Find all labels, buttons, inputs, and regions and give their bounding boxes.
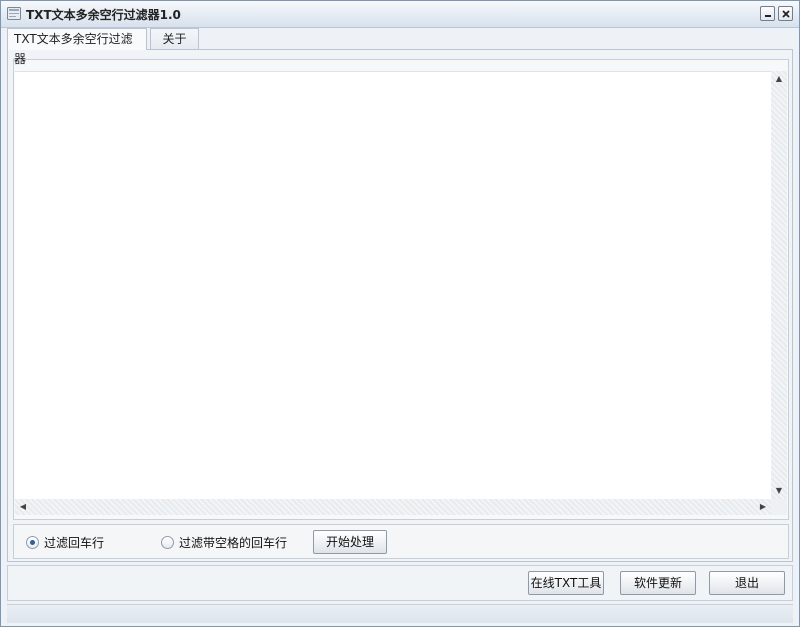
tab-bar: TXT文本多余空行过滤器 关于 (7, 28, 793, 66)
text-editor[interactable] (15, 71, 771, 499)
tab-about[interactable]: 关于 (150, 28, 199, 49)
online-tools-button[interactable]: 在线TXT工具 (528, 571, 604, 595)
scroll-right-icon[interactable]: ▶ (755, 499, 771, 515)
start-button[interactable]: 开始处理 (313, 530, 387, 554)
exit-button[interactable]: 退出 (709, 571, 785, 595)
options-row: 过滤回车行 过滤带空格的回车行 开始处理 (13, 524, 789, 559)
radio-filter-newline[interactable]: 过滤回车行 (26, 533, 104, 551)
title-bar[interactable]: TXT文本多余空行过滤器1.0 (1, 1, 799, 28)
scroll-up-icon[interactable]: ▲ (771, 71, 787, 87)
update-button[interactable]: 软件更新 (620, 571, 696, 595)
radio-unchecked-icon (161, 535, 174, 549)
radio-checked-icon (26, 535, 39, 549)
minimize-icon (765, 15, 771, 17)
tab-panel: ▲ ▼ ◀ ▶ 过滤回车行 过滤带空格的回车行 开始处理 (7, 49, 793, 562)
app-icon (7, 7, 21, 20)
window-title: TXT文本多余空行过滤器1.0 (26, 8, 181, 22)
tab-filter[interactable]: TXT文本多余空行过滤器 (7, 28, 147, 66)
scroll-left-icon[interactable]: ◀ (15, 499, 31, 515)
editor-frame: ▲ ▼ ◀ ▶ (13, 59, 789, 520)
radio-filter-space-newline[interactable]: 过滤带空格的回车行 (161, 533, 287, 551)
close-button[interactable] (778, 6, 793, 21)
vertical-scrollbar[interactable]: ▲ ▼ (771, 71, 787, 499)
scroll-corner (771, 499, 787, 515)
bottom-button-bar: 在线TXT工具 软件更新 退出 (7, 565, 793, 601)
close-icon (782, 10, 790, 18)
scroll-down-icon[interactable]: ▼ (771, 483, 787, 499)
horizontal-scrollbar[interactable]: ◀ ▶ (15, 499, 771, 515)
minimize-button[interactable] (760, 6, 775, 21)
radio-filter-newline-label: 过滤回车行 (44, 535, 105, 550)
app-window: TXT文本多余空行过滤器1.0 TXT文本多余空行过滤器 关于 ▲ ▼ ◀ ▶ (0, 0, 800, 627)
radio-filter-space-newline-label: 过滤带空格的回车行 (179, 535, 288, 550)
status-bar (7, 604, 793, 623)
